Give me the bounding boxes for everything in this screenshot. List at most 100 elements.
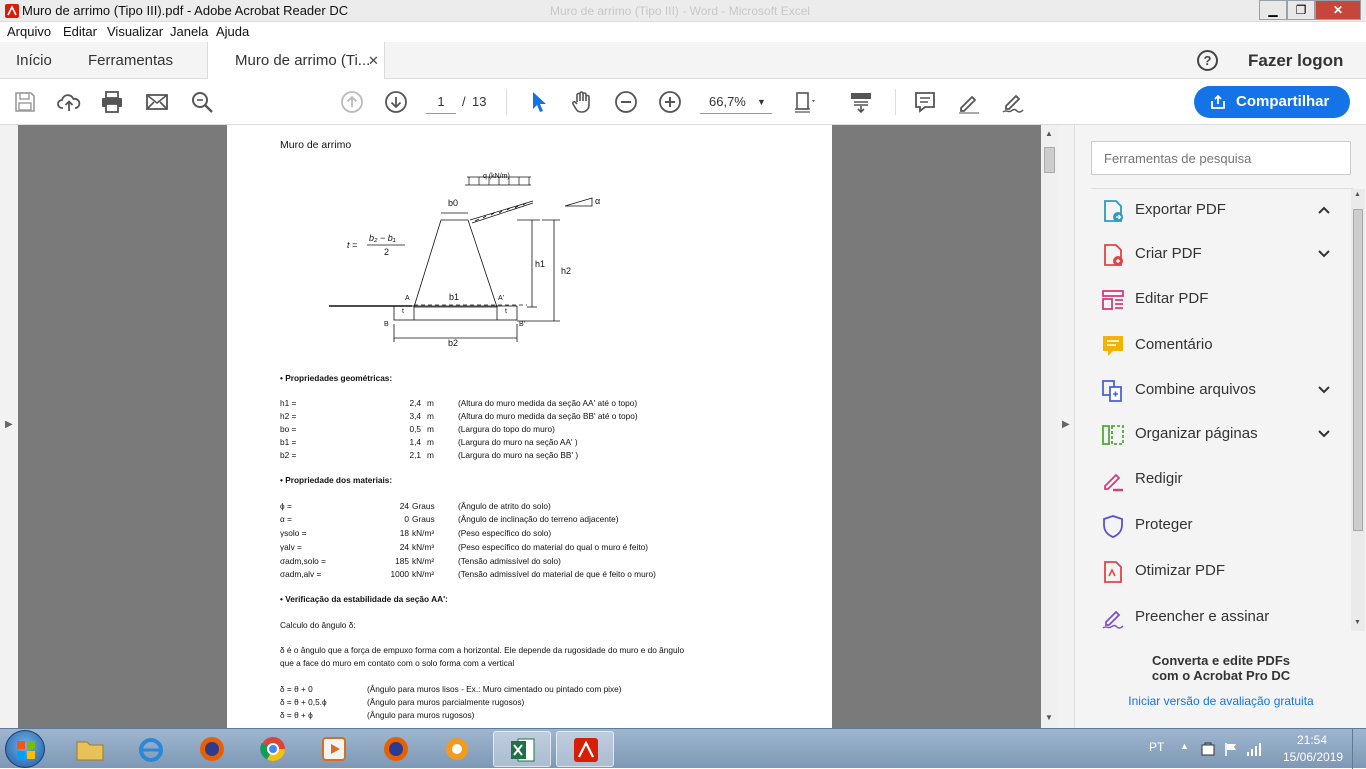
section-geometric-heading: • Propriedades geométricas: (280, 373, 393, 383)
scroll-up-icon[interactable]: ▲ (1354, 191, 1361, 198)
email-icon[interactable] (145, 90, 169, 114)
case-key: δ = θ + 0 (280, 684, 313, 694)
clock-time[interactable]: 21:54 (1297, 733, 1327, 747)
scroll-down-icon[interactable]: ▼ (1045, 713, 1053, 722)
zoom-level-dropdown[interactable]: 66,7% ▼ (700, 92, 772, 114)
scroll-up-icon[interactable]: ▲ (1045, 129, 1053, 138)
help-icon[interactable]: ? (1197, 50, 1218, 71)
export-pdf-icon (1104, 200, 1123, 222)
left-panel-toggle[interactable]: ▶ (0, 125, 18, 728)
document-scrollbar[interactable]: ▲ ▼ (1041, 125, 1058, 728)
tool-list-scrollbar[interactable]: ▲ ▼ (1351, 189, 1365, 631)
taskbar-acrobat[interactable] (556, 731, 614, 767)
chevron-up-icon[interactable] (1317, 203, 1331, 217)
combine-files-icon (1102, 380, 1122, 402)
tool-create-pdf[interactable]: Criar PDF (1099, 235, 1347, 275)
tool-edit-pdf[interactable]: Editar PDF (1099, 280, 1347, 320)
start-button[interactable] (5, 730, 45, 768)
taskbar-settings-app[interactable] (428, 731, 486, 767)
tab-home[interactable]: Início (16, 42, 52, 79)
mat-unit: kN/m² (412, 569, 435, 579)
taskbar-explorer[interactable] (61, 731, 119, 767)
clock-date[interactable]: 15/06/2019 (1283, 750, 1343, 764)
tool-label: Comentário (1135, 336, 1213, 353)
chevron-down-icon[interactable] (1317, 427, 1331, 441)
media-player-icon (322, 737, 346, 761)
menu-ajuda[interactable]: Ajuda (216, 24, 249, 39)
tab-tools[interactable]: Ferramentas (88, 42, 173, 79)
comment-icon[interactable] (913, 90, 937, 114)
taskbar-firefox[interactable] (183, 731, 241, 767)
tool-fill-sign[interactable]: Preencher e assinar (1099, 598, 1347, 631)
previous-page-icon[interactable] (340, 90, 364, 114)
scrollbar-thumb[interactable] (1353, 209, 1363, 531)
menu-visualizar[interactable]: Visualizar (107, 24, 163, 39)
geo-desc: (Largura do muro na seção AA' ) (458, 437, 578, 447)
tool-protect[interactable]: Proteger (1099, 506, 1347, 546)
show-desktop-button[interactable] (1352, 729, 1366, 769)
zoom-in-icon[interactable] (658, 90, 682, 114)
mat-value: 18 (399, 528, 409, 538)
print-icon[interactable] (100, 90, 124, 114)
mat-key: γsolo = (280, 528, 307, 538)
tool-redact[interactable]: Redigir (1099, 460, 1347, 500)
restore-button[interactable]: ❐ (1287, 0, 1315, 20)
close-button[interactable]: ✕ (1315, 0, 1361, 20)
page-number-input[interactable]: 1 (426, 92, 456, 114)
scrollbar-thumb[interactable] (1044, 147, 1055, 173)
select-cursor-icon[interactable] (526, 90, 550, 114)
zoom-out-icon[interactable] (614, 90, 638, 114)
right-panel-toggle[interactable]: ▶ (1058, 125, 1074, 728)
tab-bar: Início Ferramentas Muro de arrimo (Ti...… (0, 42, 1366, 80)
acrobat-icon (574, 738, 598, 762)
tool-optimize-pdf[interactable]: Otimizar PDF (1099, 552, 1347, 592)
share-button[interactable]: Compartilhar (1194, 86, 1350, 118)
menu-editar[interactable]: Editar (63, 24, 97, 39)
expand-left-icon: ▶ (5, 419, 13, 430)
save-icon[interactable] (13, 90, 37, 114)
protect-icon (1103, 515, 1123, 538)
chevron-down-icon[interactable] (1317, 247, 1331, 261)
taskbar-excel[interactable] (493, 731, 551, 767)
geo-key: h2 = (280, 411, 297, 421)
next-page-icon[interactable] (384, 90, 408, 114)
language-indicator[interactable]: PT (1149, 740, 1164, 754)
tray-flag-icon[interactable] (1223, 741, 1239, 757)
tool-export-pdf[interactable]: Exportar PDF (1099, 191, 1347, 231)
chevron-down-icon[interactable] (1317, 383, 1331, 397)
tab-document[interactable]: Muro de arrimo (Ti... ✕ (207, 42, 385, 80)
menu-janela[interactable]: Janela (170, 24, 208, 39)
tool-combine-files[interactable]: Combine arquivos (1099, 371, 1347, 411)
search-zoom-icon[interactable] (190, 90, 214, 114)
taskbar-firefox-2[interactable] (367, 731, 425, 767)
sign-icon[interactable] (1001, 90, 1025, 114)
mat-value: 24 (399, 542, 409, 552)
menu-arquivo[interactable]: Arquivo (7, 24, 51, 39)
tool-label: Preencher e assinar (1135, 608, 1270, 625)
tray-security-icon[interactable] (1200, 741, 1216, 757)
promo-line-1: Converta e edite PDFs (1152, 653, 1290, 668)
tray-expand-icon[interactable]: ▲ (1180, 741, 1189, 751)
scroll-mode-icon[interactable] (849, 90, 873, 114)
cloud-upload-icon[interactable] (57, 90, 81, 114)
login-link[interactable]: Fazer logon (1248, 51, 1343, 71)
page-fit-icon[interactable] (793, 90, 817, 114)
tool-search-input[interactable] (1091, 141, 1351, 175)
tab-close-icon[interactable]: ✕ (368, 42, 379, 79)
taskbar-media[interactable] (305, 731, 363, 767)
diagram-b2-label: b2 (448, 338, 459, 348)
hand-tool-icon[interactable] (570, 90, 594, 114)
tray-network-icon[interactable] (1246, 741, 1262, 757)
tool-label: Exportar PDF (1135, 201, 1226, 218)
minimize-button[interactable]: ▁ (1259, 0, 1287, 20)
scroll-down-icon[interactable]: ▼ (1354, 619, 1361, 626)
tool-comment[interactable]: Comentário (1099, 326, 1347, 366)
taskbar-ie[interactable] (122, 731, 180, 767)
section-materials-heading: • Propriedade dos materiais: (280, 475, 393, 485)
mat-desc: (Peso específico do material do qual o m… (458, 542, 649, 552)
highlight-pen-icon[interactable] (957, 90, 981, 114)
tool-organize-pages[interactable]: Organizar páginas (1099, 415, 1347, 455)
trial-link[interactable]: Iniciar versão de avaliação gratuita (1075, 694, 1366, 708)
taskbar-chrome[interactable] (244, 731, 302, 767)
page-total: 13 (472, 94, 487, 109)
